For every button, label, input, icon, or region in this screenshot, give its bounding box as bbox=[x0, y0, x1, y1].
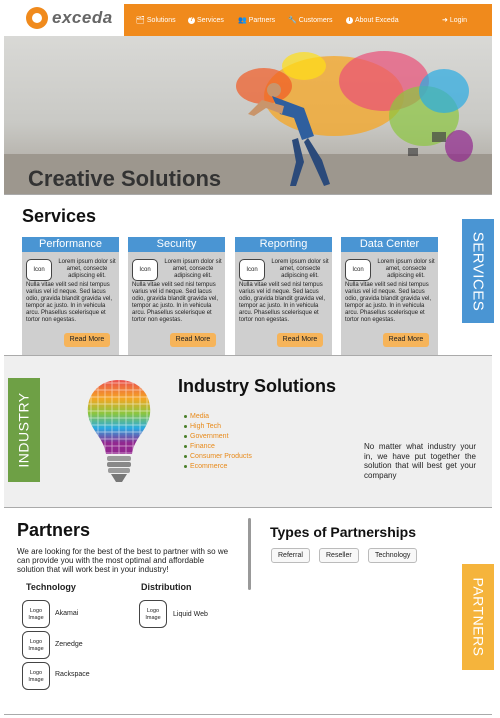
partner-name-akamai[interactable]: Akamai bbox=[55, 610, 78, 617]
industry-item-government[interactable]: Government bbox=[184, 432, 252, 442]
industry-item-ecommerce[interactable]: Ecommerce bbox=[184, 462, 252, 472]
nav-services[interactable]: ? Services bbox=[188, 16, 224, 24]
service-icon-placeholder: Icon bbox=[345, 259, 371, 281]
logo-icon bbox=[26, 7, 48, 29]
nav-partners[interactable]: 👥 Partners bbox=[238, 16, 276, 25]
nav-about[interactable]: i About Exceda bbox=[346, 16, 399, 24]
top-navigation: exceda 🗂 Solutions ? Services 👥 Partners… bbox=[0, 0, 500, 36]
service-card-summary: Lorem ipsum dolor sit amet, consecte adi… bbox=[271, 259, 329, 279]
nav-customers[interactable]: 🔧 Customers bbox=[288, 16, 333, 25]
read-more-button[interactable]: Read More bbox=[64, 333, 110, 347]
industry-item-finance[interactable]: Finance bbox=[184, 442, 252, 452]
service-card-summary: Lorem ipsum dolor sit amet, consecte adi… bbox=[377, 259, 435, 279]
partnership-type-reseller[interactable]: Reseller bbox=[319, 548, 359, 563]
partners-section: Partners We are looking for the best of … bbox=[4, 508, 494, 716]
industry-item-consumer-products[interactable]: Consumer Products bbox=[184, 452, 252, 462]
service-card-summary: Lorem ipsum dolor sit amet, consecte adi… bbox=[58, 259, 116, 279]
service-card-body: Nulla vitae velit sed nisl tempus varius… bbox=[132, 282, 219, 323]
partner-logo-rackspace: Logo Image bbox=[22, 662, 50, 690]
service-card-title: Security bbox=[128, 237, 225, 252]
partner-name-rackspace[interactable]: Rackspace bbox=[55, 671, 90, 678]
partner-logo-zenedge: Logo Image bbox=[22, 631, 50, 659]
nav-services-label: Services bbox=[197, 16, 224, 24]
brand-logo[interactable]: exceda bbox=[26, 7, 113, 29]
service-card-summary: Lorem ipsum dolor sit amet, consecte adi… bbox=[164, 259, 222, 279]
industry-list: Media High Tech Government Finance Consu… bbox=[184, 412, 252, 472]
nav-partners-label: Partners bbox=[248, 16, 276, 24]
service-icon-placeholder: Icon bbox=[132, 259, 158, 281]
partners-description: We are looking for the best of the best … bbox=[17, 547, 229, 574]
page: exceda 🗂 Solutions ? Services 👥 Partners… bbox=[0, 0, 500, 718]
industry-title: Industry Solutions bbox=[178, 376, 337, 396]
industry-tab-label: INDUSTRY bbox=[16, 392, 32, 468]
services-title: Services bbox=[22, 206, 97, 226]
industry-description: No matter what industry your in, we have… bbox=[364, 442, 476, 480]
nav-about-label: About Exceda bbox=[355, 16, 399, 24]
nav-solutions-label: Solutions bbox=[146, 16, 176, 24]
nav-customers-label: Customers bbox=[298, 16, 333, 24]
nav-login-label: Login bbox=[449, 16, 468, 24]
service-card-title: Performance bbox=[22, 237, 119, 252]
service-card-security: Security Icon Lorem ipsum dolor sit amet… bbox=[128, 237, 225, 355]
industry-item-high-tech[interactable]: High Tech bbox=[184, 422, 252, 432]
partner-name-zenedge[interactable]: Zenedge bbox=[55, 641, 83, 648]
footer-divider bbox=[4, 714, 492, 715]
read-more-button[interactable]: Read More bbox=[170, 333, 216, 347]
partner-logo-liquid-web: Logo Image bbox=[139, 600, 167, 628]
partners-title: Partners bbox=[17, 520, 91, 540]
partnership-type-referral[interactable]: Referral bbox=[271, 548, 310, 563]
service-card-body: Nulla vitae velit sed nisl tempus varius… bbox=[345, 282, 432, 323]
services-side-tab[interactable]: SERVICES bbox=[462, 219, 494, 323]
partnership-type-technology[interactable]: Technology bbox=[368, 548, 418, 563]
service-card-data-center: Data Center Icon Lorem ipsum dolor sit a… bbox=[341, 237, 438, 355]
partner-logo-akamai: Logo Image bbox=[22, 600, 50, 628]
brand-name: exceda bbox=[52, 8, 113, 27]
group-icon: 👥 bbox=[238, 17, 247, 24]
nav-login[interactable]: ➜ Login bbox=[442, 16, 468, 25]
service-icon-placeholder: Icon bbox=[26, 259, 52, 281]
info-circle-icon: i bbox=[346, 16, 353, 24]
briefcase-icon: 🗂 bbox=[136, 17, 145, 24]
hero-banner: Creative Solutions bbox=[4, 36, 492, 194]
industry-section: INDUSTRY Industry Solutions Media High T… bbox=[4, 356, 492, 508]
partners-side-tab[interactable]: PARTNERS bbox=[462, 564, 494, 670]
column-divider bbox=[248, 518, 251, 590]
nav-menu: 🗂 Solutions ? Services 👥 Partners 🔧 Cust… bbox=[124, 4, 492, 36]
service-card-body: Nulla vitae velit sed nisl tempus varius… bbox=[239, 282, 326, 323]
service-card-performance: Performance Icon Lorem ipsum dolor sit a… bbox=[22, 237, 119, 355]
services-tab-label: SERVICES bbox=[469, 231, 487, 311]
services-section: Services Performance Icon Lorem ipsum do… bbox=[4, 194, 494, 356]
partner-name-liquid-web[interactable]: Liquid Web bbox=[173, 611, 208, 618]
technology-title: Technology bbox=[26, 582, 76, 592]
read-more-button[interactable]: Read More bbox=[277, 333, 323, 347]
partnership-types-title: Types of Partnerships bbox=[270, 524, 417, 540]
wrench-icon: 🔧 bbox=[288, 17, 297, 24]
help-circle-icon: ? bbox=[188, 16, 195, 24]
lightbulb-icon bbox=[87, 380, 151, 482]
login-icon: ➜ bbox=[442, 17, 448, 24]
partners-tab-label: PARTNERS bbox=[470, 577, 487, 657]
service-card-reporting: Reporting Icon Lorem ipsum dolor sit ame… bbox=[235, 237, 332, 355]
hero-title: Creative Solutions bbox=[28, 166, 222, 191]
industry-item-media[interactable]: Media bbox=[184, 412, 252, 422]
nav-solutions[interactable]: 🗂 Solutions bbox=[136, 16, 176, 25]
distribution-title: Distribution bbox=[141, 582, 192, 592]
industry-side-tab[interactable]: INDUSTRY bbox=[8, 378, 40, 482]
service-card-title: Data Center bbox=[341, 237, 438, 252]
service-card-title: Reporting bbox=[235, 237, 332, 252]
service-card-body: Nulla vitae velit sed nisl tempus varius… bbox=[26, 282, 113, 323]
read-more-button[interactable]: Read More bbox=[383, 333, 429, 347]
service-icon-placeholder: Icon bbox=[239, 259, 265, 281]
